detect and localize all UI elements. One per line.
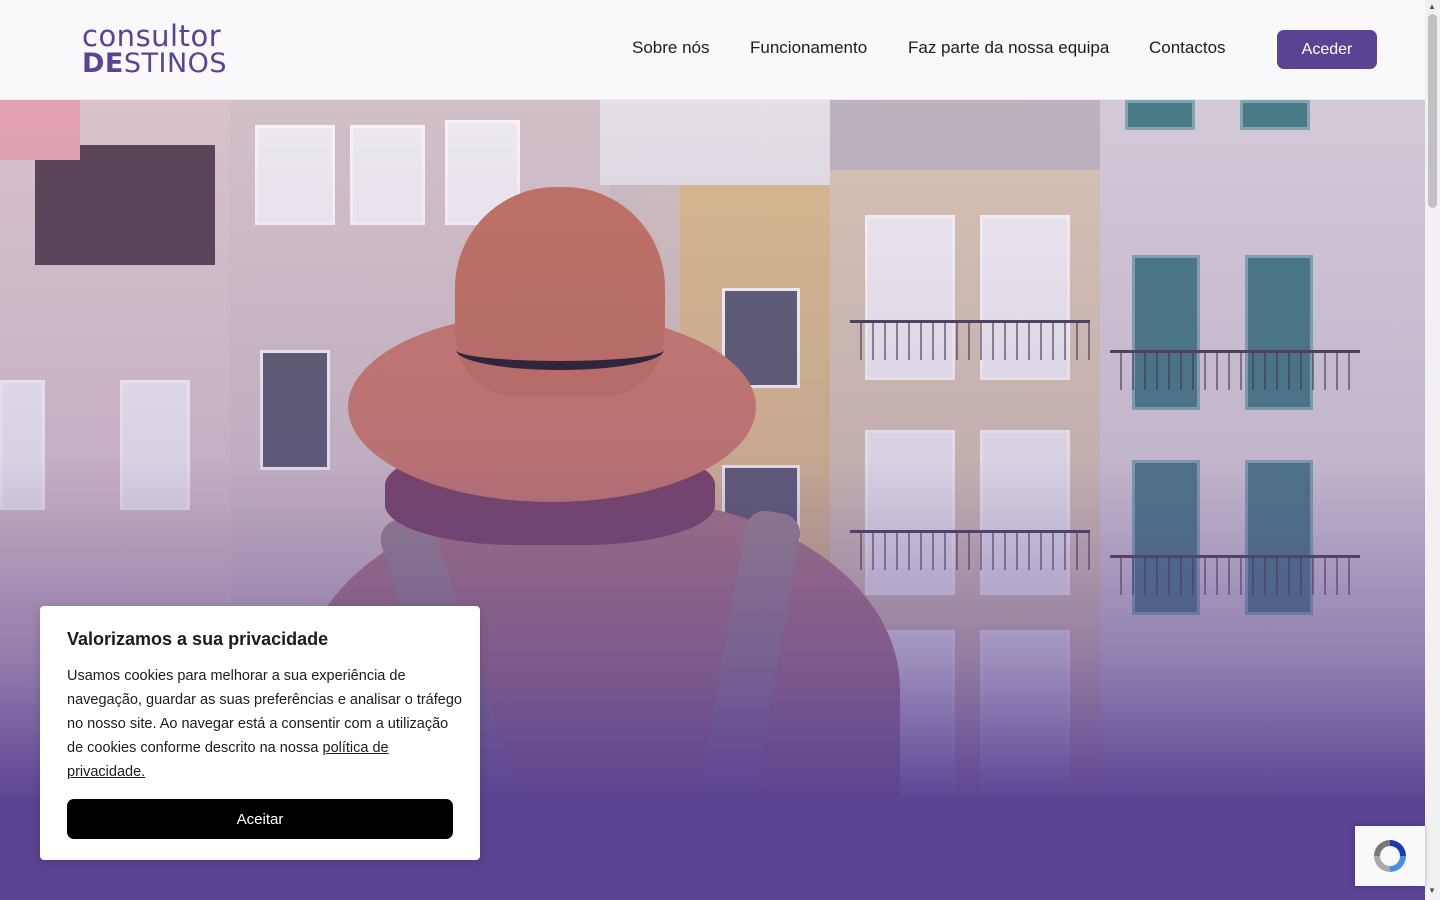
cookie-banner-body: Usamos cookies para melhorar a sua exper… [67,668,462,756]
recaptcha-icon [1374,840,1406,872]
site-header: consultor DESTINOS Sobre nós Funcionamen… [0,0,1425,100]
consultor-destinos-logo[interactable]: consultor DESTINOS [82,18,252,82]
scroll-down-arrow-icon[interactable]: ▼ [1428,886,1436,895]
cookie-banner-text: Usamos cookies para melhorar a sua exper… [67,664,462,784]
logo-text-rest: STINOS [123,48,228,79]
cookie-consent-banner: Valorizamos a sua privacidade Usamos coo… [40,606,480,860]
page-scrollbar[interactable]: ▲ ▼ [1425,0,1440,900]
nav-link-faz-parte-equipa[interactable]: Faz parte da nossa equipa [908,38,1109,58]
accept-cookies-button[interactable]: Aceitar [67,799,453,839]
nav-link-sobre-nos[interactable]: Sobre nós [632,38,710,58]
aceder-button[interactable]: Aceder [1277,30,1377,69]
logo-text-bottom: DESTINOS [82,48,227,80]
scrollbar-thumb[interactable] [1428,14,1437,208]
logo-text-bold: DE [82,48,124,79]
cookie-banner-title: Valorizamos a sua privacidade [67,629,329,649]
recaptcha-badge[interactable] [1355,826,1425,886]
nav-link-contactos[interactable]: Contactos [1149,38,1226,58]
nav-link-funcionamento[interactable]: Funcionamento [750,38,867,58]
scroll-up-arrow-icon[interactable]: ▲ [1428,2,1436,11]
